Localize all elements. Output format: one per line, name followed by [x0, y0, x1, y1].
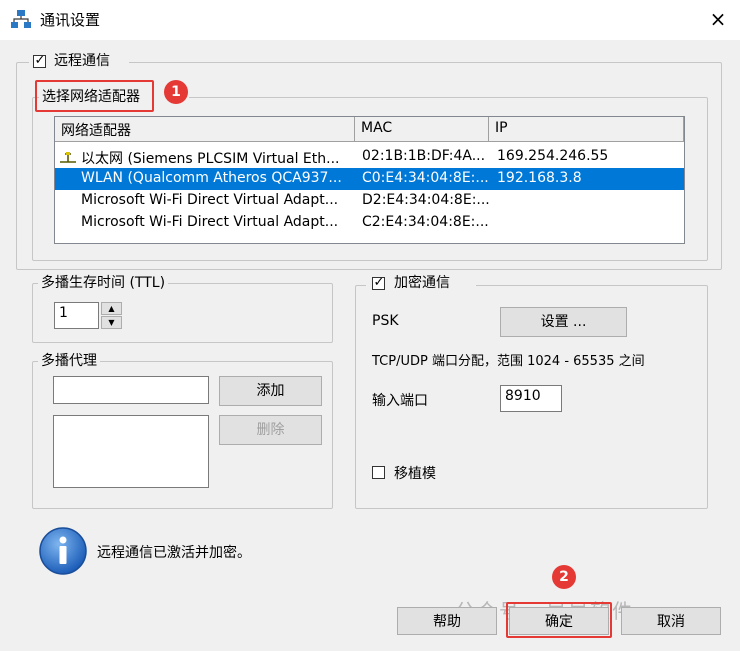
network-icon [11, 10, 31, 28]
port-range-text: TCP/UDP 端口分配，范围 1024 - 65535 之间 [372, 354, 645, 369]
proxy-legend: 多播代理 [38, 352, 100, 370]
column-header-adapter[interactable]: 网络适配器 [55, 117, 355, 142]
badge-1: 1 [164, 80, 188, 104]
encryption-label: 加密通信 [394, 275, 450, 291]
port-label: 输入端口 [372, 393, 428, 409]
adapter-mac: D2:E4:34:04:8E:... [362, 192, 490, 208]
ethernet-adapter-icon [60, 152, 76, 163]
adapter-mac: 02:1B:1B:DF:4A... [362, 148, 486, 164]
adapter-name: Microsoft Wi-Fi Direct Virtual Adapt... [81, 192, 339, 208]
add-button[interactable]: 添加 [219, 376, 322, 406]
remove-button[interactable]: 删除 [219, 415, 322, 445]
adapter-ip: 192.168.3.8 [497, 170, 582, 186]
adapter-list[interactable]: 网络适配器 MAC IP 以太网 (Siemens PLCSIM Virtual… [54, 116, 685, 244]
badge-2: 2 [552, 565, 576, 589]
cancel-button[interactable]: 取消 [621, 607, 721, 635]
adapter-row[interactable]: Microsoft Wi-Fi Direct Virtual Adapt... … [55, 212, 684, 234]
close-button[interactable]: × [706, 5, 730, 33]
column-header-mac[interactable]: MAC [355, 117, 489, 142]
ttl-spin-up-button[interactable]: ▲ [101, 302, 122, 315]
remote-label: 远程通信 [54, 53, 110, 69]
migrate-label: 移植模 [394, 466, 436, 482]
adapter-mac: C0:E4:34:04:8E:... [362, 170, 489, 186]
psk-label: PSK [372, 313, 399, 329]
proxy-address-input[interactable] [53, 376, 209, 404]
title-bar [0, 0, 740, 40]
help-button[interactable]: 帮助 [397, 607, 497, 635]
migrate-checkbox[interactable] [372, 466, 385, 479]
highlight-box-2 [506, 602, 612, 638]
adapter-name: 以太网 (Siemens PLCSIM Virtual Eth... [81, 151, 340, 167]
ttl-spin-down-button[interactable]: ▼ [101, 316, 122, 329]
adapter-name: WLAN (Qualcomm Atheros QCA937... [81, 170, 342, 186]
column-header-ip[interactable]: IP [489, 117, 684, 142]
status-message: 远程通信已激活并加密。 [97, 545, 251, 561]
adapter-row[interactable]: Microsoft Wi-Fi Direct Virtual Adapt... … [55, 190, 684, 212]
window-title: 通讯设置 [40, 11, 101, 29]
port-input[interactable]: 8910 [500, 385, 562, 412]
adapter-name: Microsoft Wi-Fi Direct Virtual Adapt... [81, 214, 339, 230]
info-icon [39, 527, 87, 575]
check-icon: ✓ [373, 275, 385, 290]
adapter-row-selected[interactable]: WLAN (Qualcomm Atheros QCA937... C0:E4:3… [55, 168, 684, 190]
psk-settings-button[interactable]: 设置 ... [500, 307, 627, 337]
adapter-ip: 169.254.246.55 [497, 148, 609, 164]
remote-checkbox[interactable]: ✓ [33, 53, 46, 68]
ttl-input[interactable]: 1 [54, 302, 99, 329]
proxy-list[interactable] [53, 415, 209, 488]
encryption-checkbox[interactable]: ✓ [372, 275, 385, 290]
adapter-row[interactable]: 以太网 (Siemens PLCSIM Virtual Eth... 02:1B… [55, 146, 684, 168]
check-icon: ✓ [34, 53, 46, 68]
highlight-box-1 [35, 80, 154, 112]
adapter-mac: C2:E4:34:04:8E:... [362, 214, 489, 230]
ttl-legend: 多播生存时间 (TTL) [38, 274, 169, 292]
